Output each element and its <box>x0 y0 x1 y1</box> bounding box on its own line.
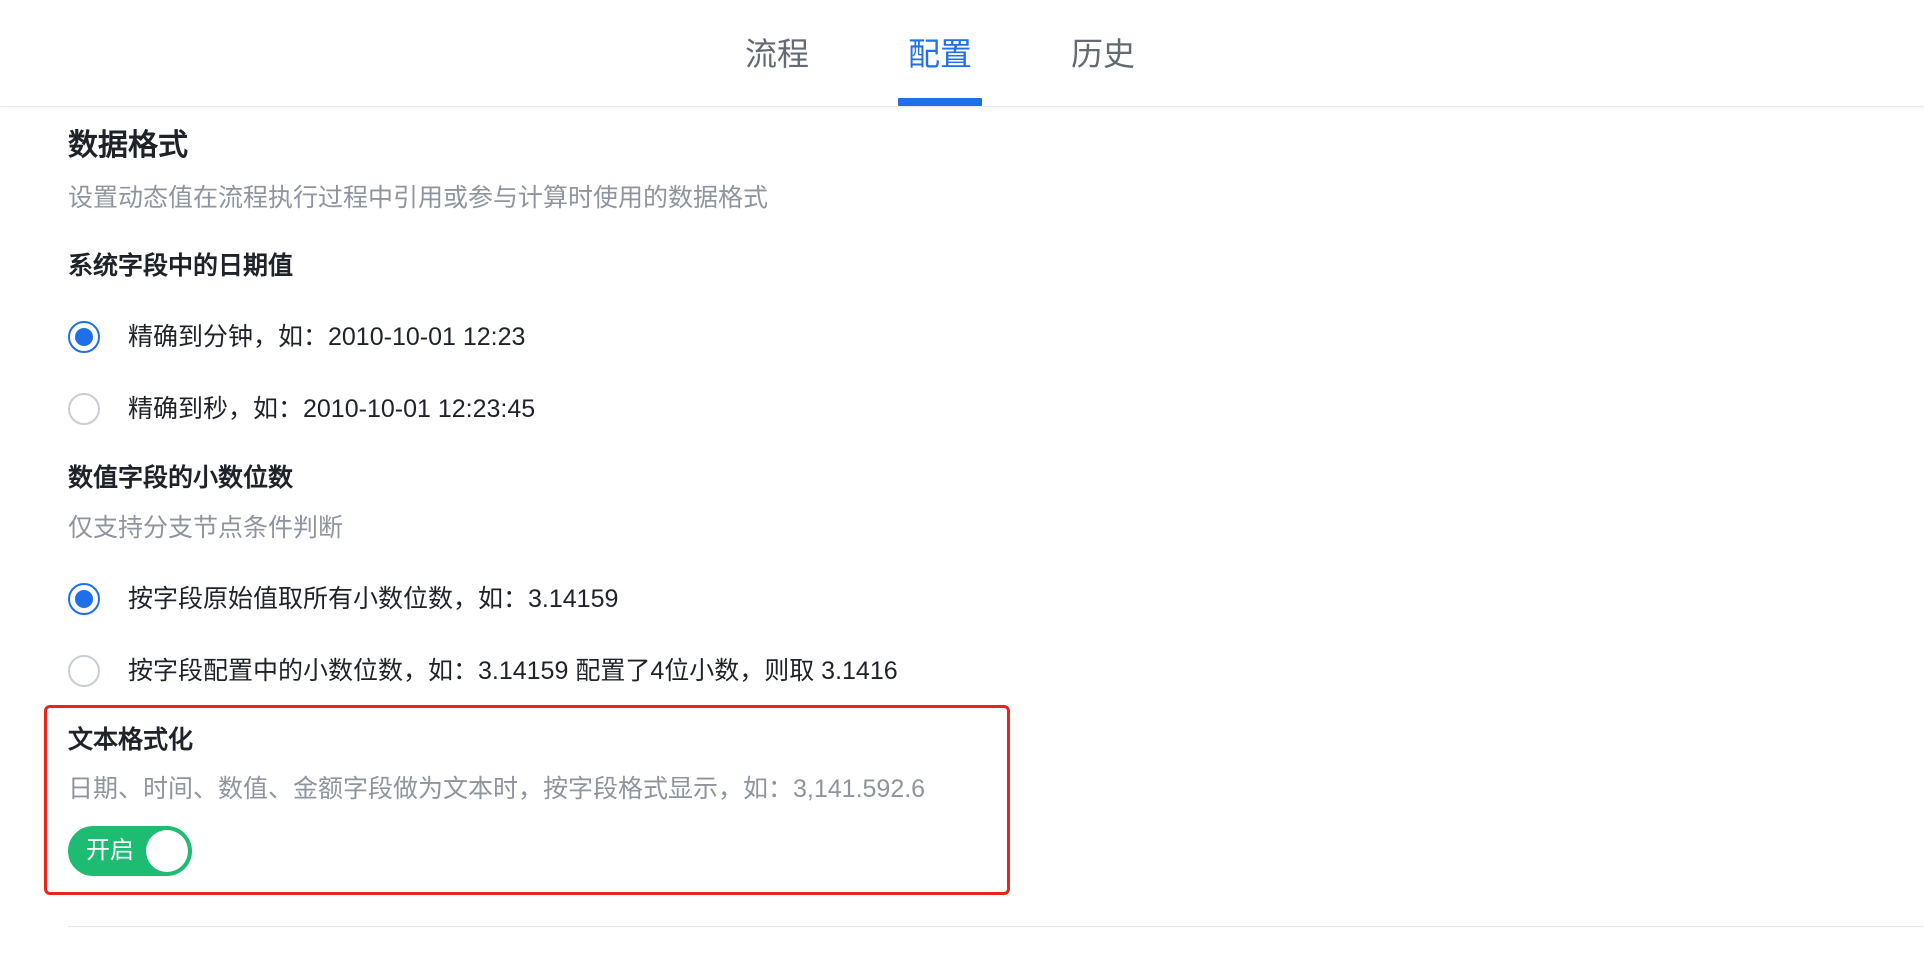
radio-option-second[interactable]: 精确到秒，如：2010-10-01 12:23:45 <box>68 389 535 429</box>
radio-option-minute[interactable]: 精确到分钟，如：2010-10-01 12:23 <box>68 317 525 357</box>
section-description: 设置动态值在流程执行过程中引用或参与计算时使用的数据格式 <box>68 184 769 212</box>
radio-option-configured-decimals[interactable]: 按字段配置中的小数位数，如：3.14159 配置了4位小数，则取 3.1416 <box>68 651 898 691</box>
radio-label: 精确到秒，如：2010-10-01 12:23:45 <box>128 395 536 423</box>
radio-checked-icon[interactable] <box>68 583 100 615</box>
tab-flow[interactable]: 流程 <box>745 30 809 78</box>
tab-config[interactable]: 配置 <box>908 30 972 78</box>
radio-label: 精确到分钟，如：2010-10-01 12:23 <box>128 323 526 351</box>
decimal-group-description: 仅支持分支节点条件判断 <box>68 514 344 542</box>
section-title: 数据格式 <box>68 129 188 162</box>
active-tab-indicator <box>898 98 982 106</box>
radio-option-all-decimals[interactable]: 按字段原始值取所有小数位数，如：3.14159 <box>68 579 618 619</box>
radio-unchecked-icon[interactable] <box>68 393 100 425</box>
radio-unchecked-icon[interactable] <box>68 655 100 687</box>
radio-checked-icon[interactable] <box>68 321 100 353</box>
highlight-box <box>44 705 1010 895</box>
top-tab-bar: 流程 配置 历史 <box>0 0 1924 107</box>
decimal-group-title: 数值字段的小数位数 <box>68 464 294 492</box>
radio-label: 按字段原始值取所有小数位数，如：3.14159 <box>128 585 619 613</box>
divider <box>68 926 1924 927</box>
tab-history[interactable]: 历史 <box>1071 30 1135 78</box>
page: 流程 配置 历史 数据格式 设置动态值在流程执行过程中引用或参与计算时使用的数据… <box>0 0 1924 958</box>
radio-label: 按字段配置中的小数位数，如：3.14159 配置了4位小数，则取 3.1416 <box>128 657 898 685</box>
date-group-title: 系统字段中的日期值 <box>68 252 294 280</box>
